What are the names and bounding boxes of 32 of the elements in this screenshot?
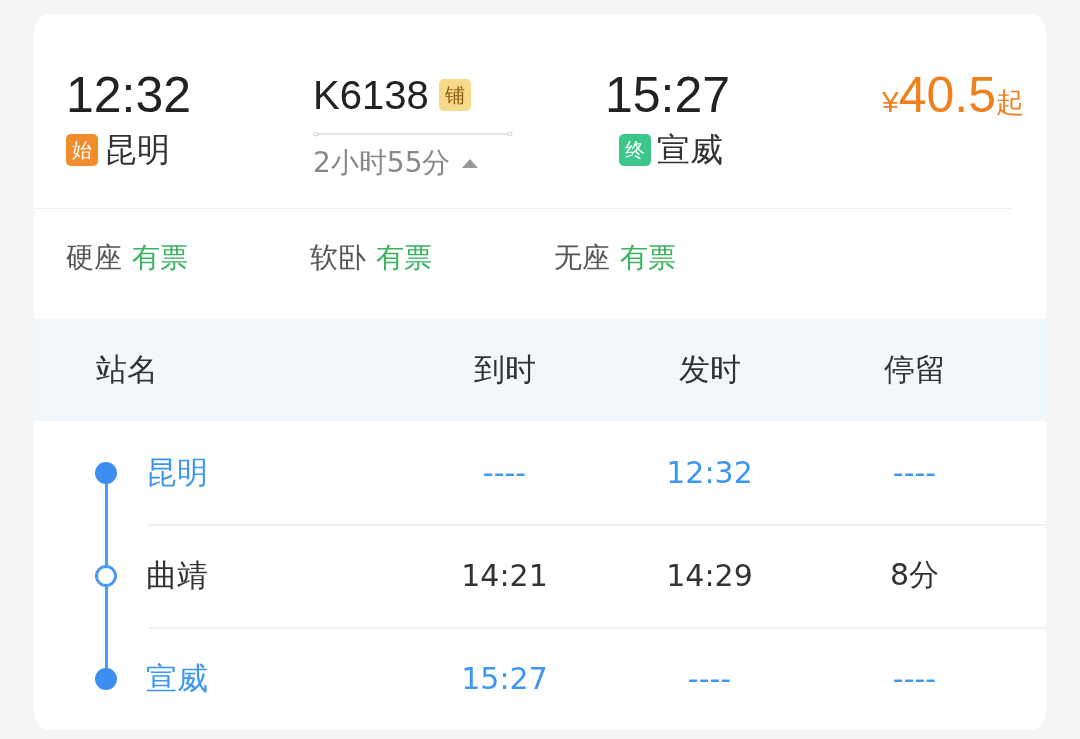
train-number: K6138 — [313, 72, 429, 119]
ticket-status: 有票 — [376, 240, 432, 276]
departure-time: 12:32 — [66, 66, 193, 125]
arrival-time: 15:27 — [605, 66, 732, 125]
seat-type: 软卧 — [310, 240, 366, 276]
departure-station: 昆明 — [104, 129, 170, 171]
end-badge: 终 — [619, 134, 651, 166]
duration-toggle[interactable]: 2小时55分 — [313, 144, 481, 182]
stay-cell: ---- — [892, 661, 937, 696]
start-badge: 始 — [66, 134, 98, 166]
column-header: 停留 — [883, 350, 946, 389]
column-header: 到时 — [473, 350, 536, 389]
price: ¥40.5起 — [881, 66, 1024, 125]
arrival-cell: 15:27 — [461, 661, 548, 696]
column-header: 站名 — [96, 350, 158, 389]
station-name: 昆明 — [146, 452, 209, 492]
ticket-status: 有票 — [620, 240, 676, 276]
berth-badge: 铺 — [438, 79, 471, 111]
seat-type: 无座 — [554, 240, 610, 276]
departure-cell: 14:29 — [666, 558, 753, 593]
column-header: 发时 — [678, 350, 741, 389]
station-name: 曲靖 — [146, 555, 209, 595]
ticket-status: 有票 — [132, 240, 188, 276]
arrival-cell: 14:21 — [461, 558, 548, 593]
stay-cell-text: 8分 — [889, 556, 940, 594]
arrival-cell: ---- — [482, 455, 527, 490]
arrival-station: 宣威 — [657, 129, 723, 171]
seat-type: 硬座 — [66, 240, 122, 276]
departure-cell: 12:32 — [666, 455, 753, 490]
departure-cell: ---- — [687, 661, 732, 696]
station-name: 宣威 — [146, 658, 209, 698]
stay-cell: ---- — [892, 455, 937, 490]
